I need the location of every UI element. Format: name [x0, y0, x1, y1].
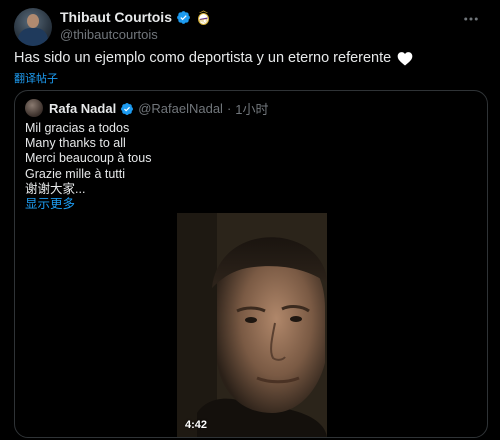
author-avatar[interactable] — [14, 8, 52, 46]
quoted-author-name[interactable]: Rafa Nadal — [49, 101, 116, 116]
separator-dot: · — [226, 101, 232, 116]
quoted-line: 谢谢大家... — [25, 181, 86, 196]
quoted-line: Many thanks to all — [25, 136, 126, 151]
video-duration: 4:42 — [185, 419, 208, 431]
author-handle[interactable]: @thibautcourtois — [60, 27, 158, 42]
real-madrid-crest-icon: MCF — [198, 10, 209, 25]
author-name[interactable]: Thibaut Courtois — [60, 9, 172, 25]
quoted-author-avatar[interactable] — [25, 99, 43, 117]
quoted-text: Mil gracias a todos Many thanks to all M… — [25, 121, 151, 212]
quoted-line: Grazie mille à tutti — [25, 166, 126, 181]
portrait-image — [177, 213, 327, 437]
quoted-author-handle[interactable]: @RafaelNadal — [138, 101, 223, 116]
quoted-line: Mil gracias a todos — [25, 121, 130, 135]
tweet-text: Has sido un ejemplo como deportista y un… — [14, 50, 392, 66]
show-more-link[interactable]: 显示更多 — [25, 197, 151, 212]
quoted-line: Merci beaucoup à tous — [25, 151, 152, 166]
tweet: Thibaut Courtois MCF @thibautcourtois Ha… — [0, 0, 500, 440]
quoted-header: Rafa Nadal @RafaelNadal · 1小时 — [49, 99, 269, 118]
white-heart-icon — [397, 51, 413, 65]
translate-post-link[interactable]: 翻译帖子 — [14, 70, 58, 86]
more-options-icon[interactable] — [462, 10, 480, 33]
verified-badge-icon[interactable] — [176, 10, 191, 25]
verified-badge-icon — [121, 102, 134, 115]
svg-text:MCF: MCF — [199, 18, 208, 23]
quoted-tweet[interactable]: Rafa Nadal @RafaelNadal · 1小时 Mil gracia… — [14, 90, 488, 438]
tweet-text-row: Has sido un ejemplo como deportista y un… — [14, 50, 413, 66]
author-name-row: Thibaut Courtois MCF — [60, 9, 210, 25]
quoted-timestamp[interactable]: 1小时 — [235, 99, 268, 118]
video-thumbnail[interactable]: 4:42 — [177, 213, 327, 437]
